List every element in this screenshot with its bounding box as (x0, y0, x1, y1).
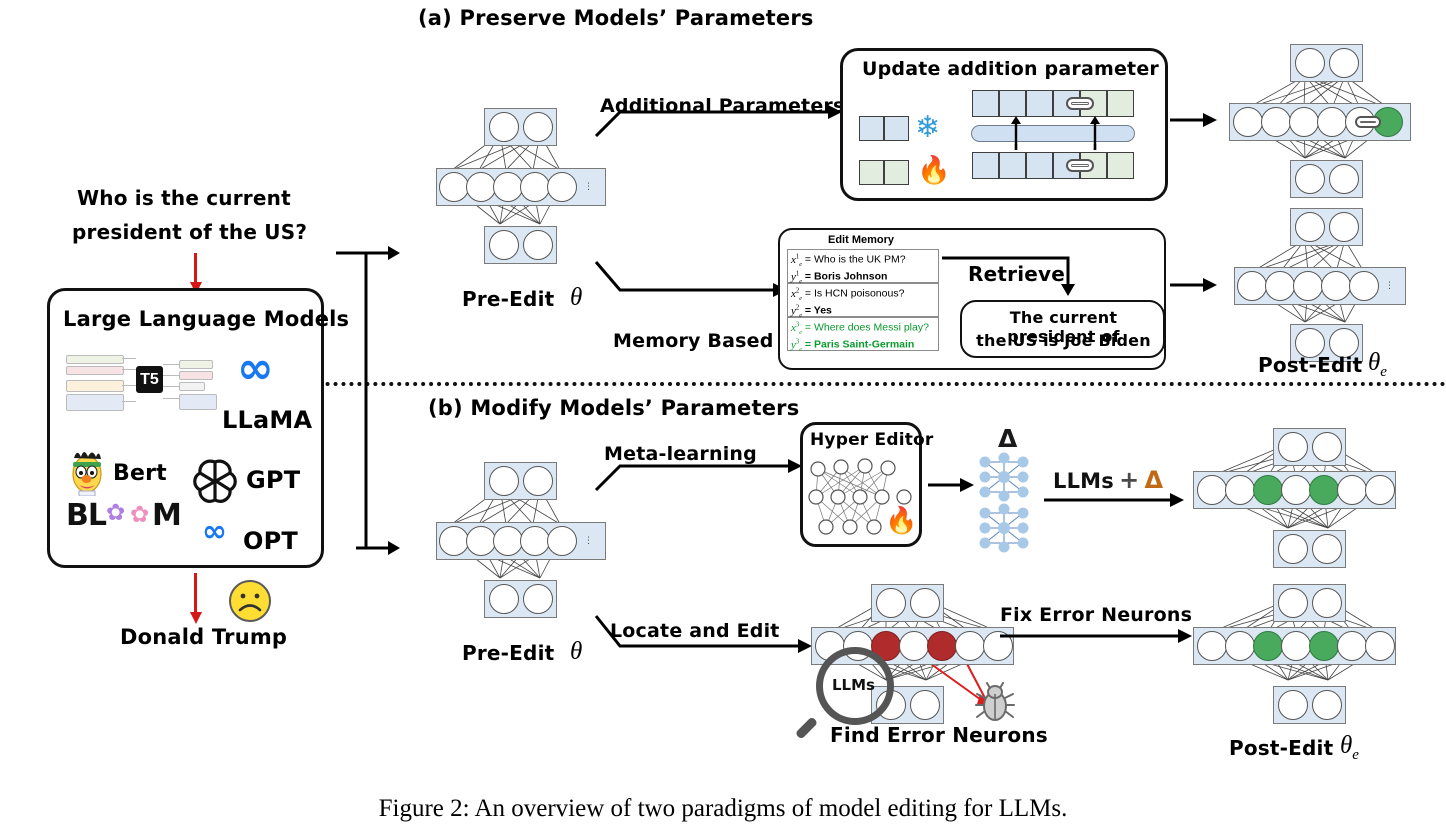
answer-label: Donald Trump (120, 625, 288, 649)
frozen-block-b (884, 116, 909, 141)
memory-row-2-y-key: y2e (791, 304, 802, 319)
addition-box-title: Update addition parameter (862, 58, 1159, 80)
answer-arrow (190, 573, 202, 624)
gpt-label: GPT (246, 466, 301, 494)
bert-label: Bert (113, 461, 167, 486)
panel-a-post-edit-label: Post-Edit (1258, 353, 1363, 377)
question-line-1: Who is the current (77, 186, 291, 210)
memory-row-1-x-key: x1e (791, 253, 802, 268)
panel-b-title: (b) Modify Models’ Parameters (428, 396, 800, 420)
panel-b-pre-edit-label: Pre-Edit (462, 641, 555, 665)
snowflake-icon: ❄ (915, 110, 941, 145)
panel-a-title: (a) Preserve Models’ Parameters (418, 6, 814, 30)
meta-infinity-icon: ∞ (237, 343, 274, 394)
retrieve-label: Retrieve (968, 262, 1066, 286)
panel-b-post-edit-label: Post-Edit (1229, 736, 1334, 760)
memory-row-3: x3e = Where does Messi play? y3e = Paris… (787, 317, 939, 353)
magnifier-label: LLMs (832, 676, 875, 694)
delta-network-icon-top (975, 452, 1033, 502)
fire-icon-legend: 🔥 (917, 155, 951, 186)
figure-caption: Figure 2: An overview of two paradigms o… (378, 795, 1068, 822)
question-arrow (190, 253, 202, 294)
panel-a-post-edit-theta: θe (1368, 349, 1387, 380)
memory-row-2: x2e = Is HCN poisonous? y2e = Yes (787, 283, 939, 319)
memory-row-3-x-key: x3e (791, 321, 802, 336)
memory-row-3-y-key: y3e (791, 338, 802, 353)
retrieved-line-2: the US is Joe Biden (976, 331, 1151, 350)
opt-label: OPT (243, 527, 298, 555)
memory-row-2-x-key: x2e (791, 287, 802, 302)
meta-infinity-opt-icon: ∞ (202, 514, 227, 549)
panel-a-branch-2-label: Memory Based (613, 330, 774, 352)
adapter-clip-top (1066, 97, 1094, 110)
llms-plus-delta-label: LLMs + Δ (1053, 466, 1164, 494)
adapter-clip-postedit (1355, 116, 1381, 128)
panel-b-pre-edit-theta: θ (570, 638, 583, 665)
trainable-block-b (884, 160, 909, 185)
delta-symbol: Δ (998, 424, 1018, 453)
find-error-neurons-caption: Find Error Neurons (830, 723, 1048, 747)
openai-icon (190, 455, 240, 505)
sad-face-icon (227, 578, 273, 624)
hyper-editor-title: Hyper Editor (810, 430, 934, 450)
memory-row-1-y-key: y1e (791, 270, 802, 285)
addition-pill-bar (971, 125, 1135, 142)
t5-badge-label: T5 (136, 366, 163, 393)
question-line-2: president of the US? (72, 220, 308, 244)
panel-a-branch-1-label: Additional Parameters (600, 95, 845, 117)
panel-b-branch-1-label: Meta-learning (604, 443, 757, 465)
figure-root: (a) Preserve Models’ Parameters (b) Modi… (0, 0, 1446, 840)
delta-network-icon-bottom (975, 503, 1033, 553)
memory-box-title: Edit Memory (828, 234, 895, 246)
memory-row-1: x1e = Who is the UK PM? y1e = Boris John… (787, 249, 939, 285)
frozen-block-a (859, 116, 884, 141)
panel-b-post-edit-theta: θe (1340, 732, 1359, 763)
adapter-clip-bottom (1066, 159, 1094, 172)
bug-icon (973, 680, 1017, 724)
trainable-block-a (859, 160, 884, 185)
bert-icon (69, 446, 105, 497)
fire-icon-hyper-editor: 🔥 (885, 506, 918, 536)
panel-divider (230, 382, 1446, 386)
magnifier-handle-icon (794, 716, 819, 740)
panel-a-pre-edit-theta: θ (570, 284, 583, 311)
llama-label: LLaMA (222, 406, 313, 434)
panel-a-pre-edit-label: Pre-Edit (462, 287, 555, 311)
llm-box-title: Large Language Models (63, 307, 350, 331)
panel-b-branch-2-label: Locate and Edit (610, 620, 780, 642)
fix-error-neurons-label: Fix Error Neurons (1000, 604, 1193, 626)
